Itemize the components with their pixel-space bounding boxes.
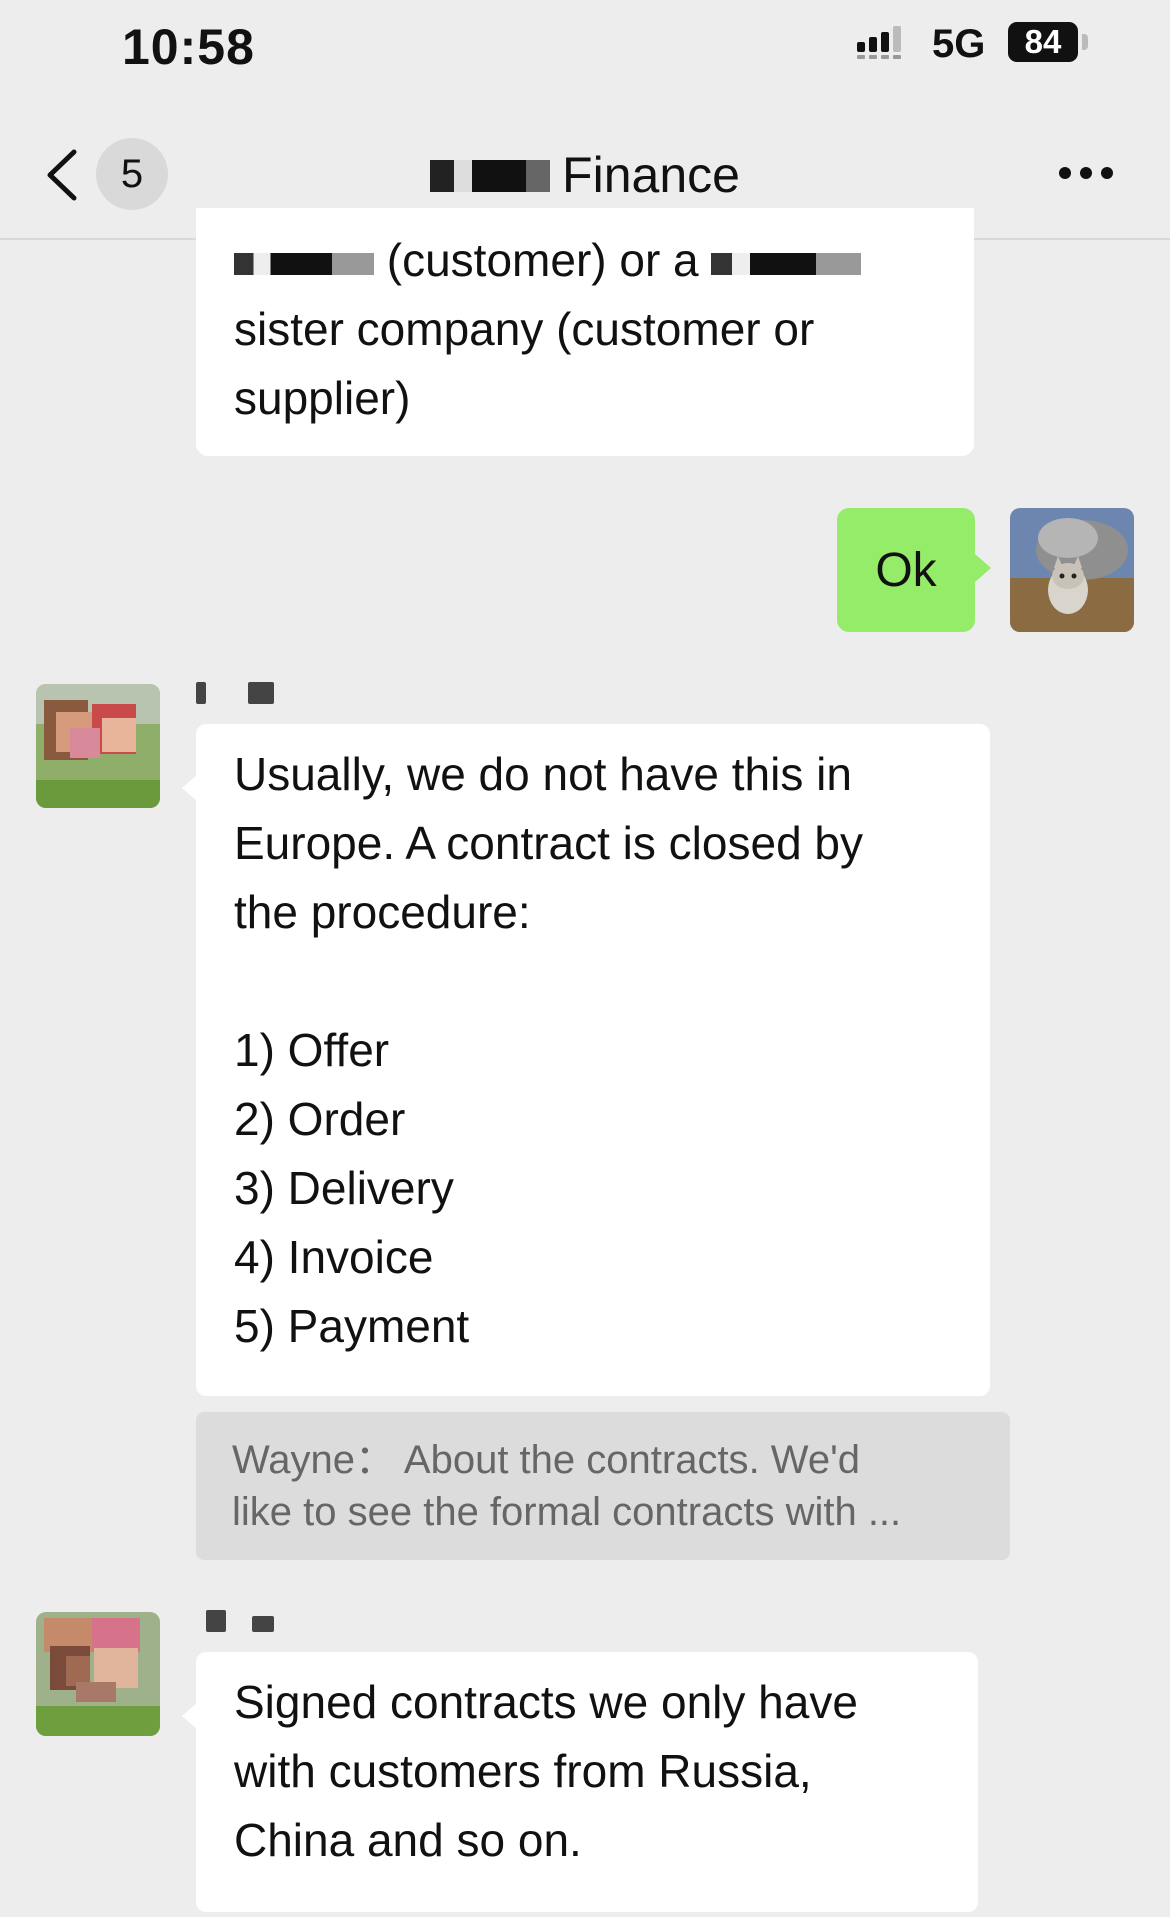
pixelated-avatar-icon <box>36 1612 160 1736</box>
avatar[interactable] <box>1010 508 1134 632</box>
quoted-reply[interactable]: Wayne： About the contracts. We'd like to… <box>196 1412 1010 1560</box>
redacted-text <box>234 252 374 275</box>
more-dots-icon[interactable] <box>1058 166 1114 180</box>
cat-avatar-icon <box>1010 508 1134 632</box>
status-bar: 10:58 5G 84 <box>0 0 1170 100</box>
message-line: Europe. A contract is closed by <box>234 817 864 869</box>
chat-title: Finance <box>0 146 1170 204</box>
message-text: Ok <box>875 543 937 597</box>
message-bubble[interactable]: Usually, we do not have this in Europe. … <box>182 724 990 1396</box>
message-line: supplier) <box>234 372 411 424</box>
battery-icon: 84 <box>1008 22 1078 62</box>
chat-title-text: Finance <box>562 147 740 203</box>
redacted-text <box>430 159 551 192</box>
message-line: the procedure: <box>234 886 531 938</box>
sender-name-redacted <box>196 678 286 708</box>
self-message-bubble[interactable]: Ok <box>837 508 991 632</box>
message-line: 1) Offer <box>234 1024 390 1076</box>
battery-tip <box>1082 34 1088 50</box>
avatar[interactable] <box>36 1612 160 1736</box>
battery-level: 84 <box>1024 23 1062 60</box>
message-line: (customer) or a <box>234 226 936 295</box>
redacted-text <box>711 252 862 275</box>
message-line: China and so on. <box>234 1814 582 1866</box>
pixelated-avatar-icon <box>36 684 160 808</box>
quote-line: like to see the formal contracts with ..… <box>232 1490 902 1534</box>
message-line: 5) Payment <box>234 1300 470 1352</box>
message-bubble[interactable]: (customer) or a sister company (customer… <box>196 208 974 456</box>
message-text: (customer) or a <box>386 234 699 286</box>
message-line: 4) Invoice <box>234 1231 434 1283</box>
message-bubble[interactable]: Signed contracts we only have with custo… <box>182 1652 978 1912</box>
status-time: 10:58 <box>122 19 255 75</box>
sender-name-redacted <box>196 1606 286 1636</box>
signal-icon <box>857 26 901 59</box>
message-line: Usually, we do not have this in <box>234 748 852 800</box>
avatar[interactable] <box>36 684 160 808</box>
message-line: 2) Order <box>234 1093 406 1145</box>
network-type: 5G <box>932 22 986 66</box>
message-line: with customers from Russia, <box>234 1745 812 1797</box>
message-line: Signed contracts we only have <box>234 1676 858 1728</box>
message-line: sister company (customer or <box>234 303 815 355</box>
quote-line: Wayne： About the contracts. We'd <box>232 1438 860 1482</box>
message-line: 3) Delivery <box>234 1162 454 1214</box>
